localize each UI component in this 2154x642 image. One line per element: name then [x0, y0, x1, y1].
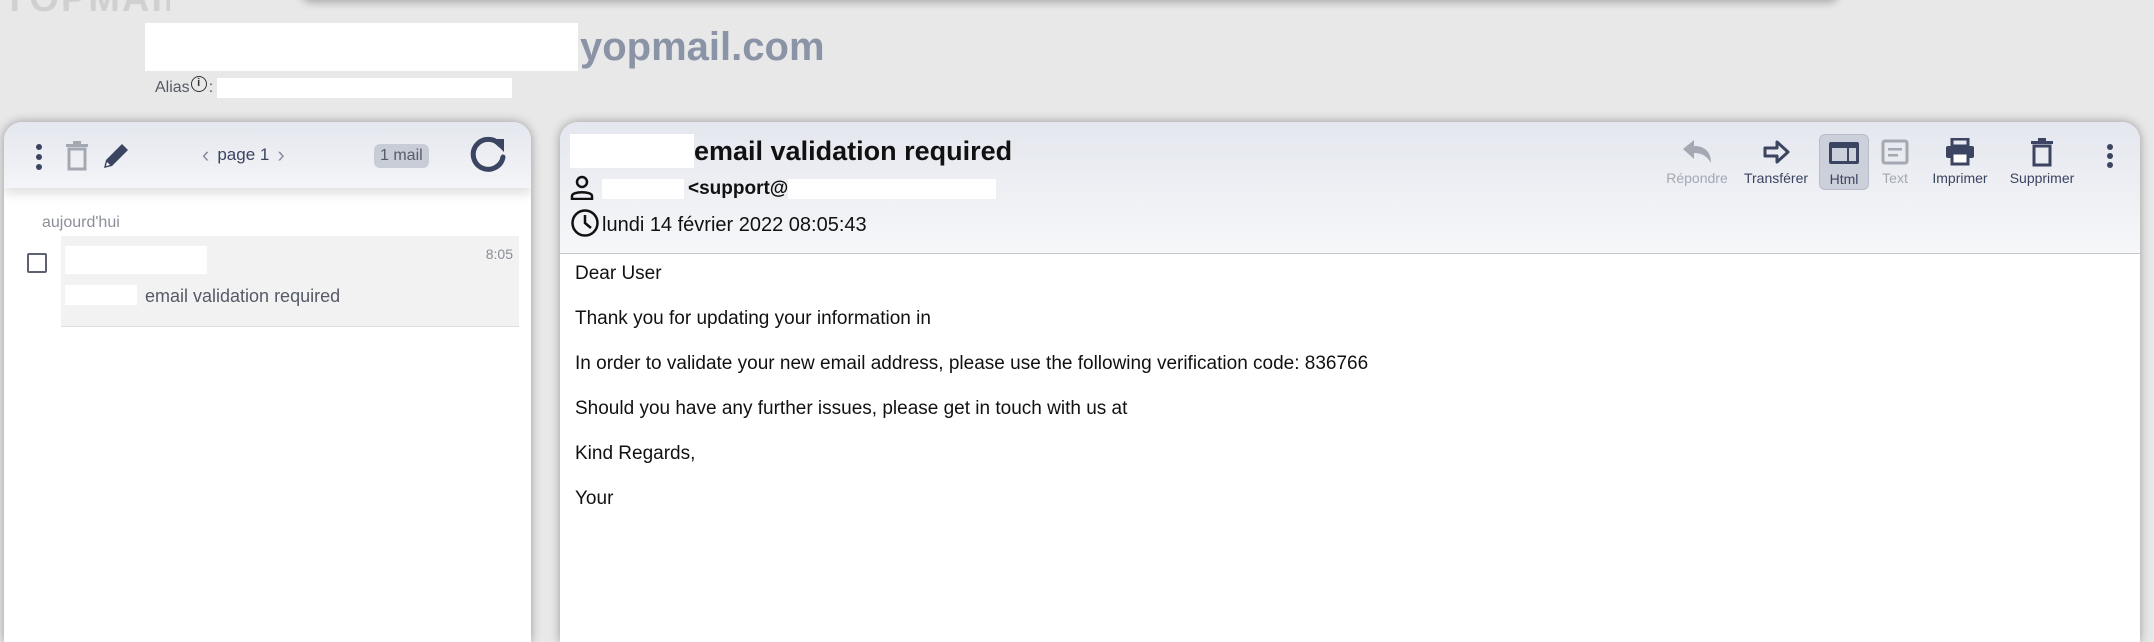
logo: YOPMAIL	[0, 0, 170, 22]
message-header: email validation required <support@ lund…	[560, 122, 2140, 254]
body-line: Thank you for updating your information …	[575, 308, 931, 329]
text-view-label: Text	[1882, 170, 1908, 186]
print-button[interactable]: Imprimer	[1928, 134, 1992, 198]
text-view-icon	[1875, 134, 1915, 170]
alias-value-redacted	[217, 78, 513, 98]
html-view-label: Html	[1829, 171, 1859, 187]
refresh-icon[interactable]	[466, 133, 510, 182]
address-redacted-block	[145, 23, 578, 71]
address-domain: yopmail.com	[580, 25, 825, 69]
forward-icon	[1736, 134, 1816, 170]
date-row: lundi 14 février 2022 08:05:43	[570, 208, 867, 243]
more-actions-button[interactable]	[2100, 138, 2120, 202]
inbox-toolbar: ‹ page 1 › 1 mail	[4, 122, 531, 188]
page-label: page 1	[217, 145, 270, 164]
reply-button[interactable]: Répondre	[1660, 134, 1734, 198]
chevron-right-icon[interactable]: ›	[269, 144, 292, 166]
body-line: Kind Regards,	[575, 443, 696, 464]
message-body: Dear User Thank you for updating your in…	[575, 262, 1368, 532]
mail-time: 8:05	[485, 246, 513, 262]
trash-icon[interactable]	[64, 140, 90, 177]
clock-icon	[570, 208, 600, 243]
pagination: ‹ page 1 ›	[194, 142, 293, 168]
alias-separator: :	[208, 79, 214, 96]
mail-checkbox[interactable]	[27, 253, 47, 273]
alias-label: Alias	[155, 79, 190, 96]
html-view-button[interactable]: Html	[1819, 134, 1869, 190]
person-icon	[570, 174, 594, 205]
message-panel: email validation required <support@ lund…	[560, 122, 2140, 642]
info-icon[interactable]: i	[190, 76, 207, 92]
more-vertical-icon[interactable]	[34, 142, 44, 177]
reply-label: Répondre	[1666, 170, 1728, 186]
print-label: Imprimer	[1932, 170, 1988, 186]
mail-subject: email validation required	[145, 286, 341, 306]
chevron-left-icon[interactable]: ‹	[194, 144, 217, 166]
sender-email: <support@	[688, 178, 789, 199]
html-view-icon	[1820, 135, 1868, 171]
mail-count-badge: 1 mail	[374, 144, 429, 168]
inbox-panel: ‹ page 1 › 1 mail aujourd'hui 8:05 email…	[4, 122, 531, 642]
printer-icon	[1928, 134, 1992, 170]
alias-row: Alias i :	[155, 76, 513, 100]
text-view-button[interactable]: Text	[1875, 134, 1915, 198]
delete-button[interactable]: Supprimer	[2004, 134, 2080, 198]
message-subject: email validation required	[694, 136, 1013, 166]
delete-label: Supprimer	[2009, 170, 2075, 186]
subject-prefix-redacted	[570, 134, 694, 168]
forward-button[interactable]: Transférer	[1736, 134, 1816, 198]
trash-icon	[2004, 134, 2080, 170]
more-vertical-icon	[2100, 138, 2120, 174]
message-date: lundi 14 février 2022 08:05:43	[602, 213, 867, 236]
subject-redacted-block	[65, 285, 137, 305]
body-line: Should you have any further issues, plea…	[575, 398, 1128, 419]
reply-icon	[1660, 134, 1734, 170]
sender-redacted-block	[65, 246, 207, 274]
sender-name-redacted	[602, 179, 684, 199]
from-row: <support@	[570, 174, 997, 205]
body-line: Dear User	[575, 263, 662, 284]
body-line: Your	[575, 488, 614, 509]
list-item[interactable]: 8:05 email validation required	[61, 236, 519, 327]
sender-email-redacted	[788, 179, 997, 199]
forward-label: Transférer	[1743, 170, 1809, 186]
pencil-icon[interactable]	[100, 140, 132, 177]
mailbox-address: yopmail.com	[145, 22, 825, 72]
body-line: In order to validate your new email addr…	[575, 353, 1369, 374]
date-group-label: aujourd'hui	[42, 214, 120, 231]
